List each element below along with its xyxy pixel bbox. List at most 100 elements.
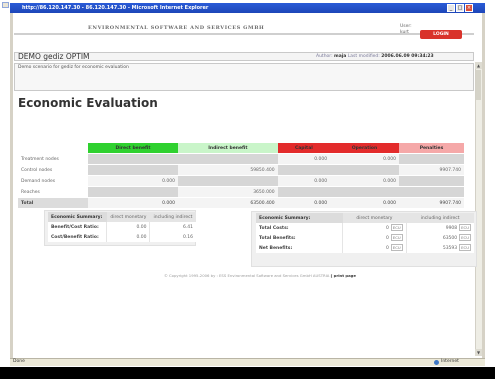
- unit-badge: ECU: [390, 234, 403, 241]
- brand-title: ENVIRONMENTAL SOFTWARE AND SERVICES GMBH: [88, 25, 265, 31]
- project-name: DEMO gediz OPTIM: [18, 52, 90, 61]
- table-row: Reaches 3650.000: [18, 186, 464, 198]
- summary-col-indirect: including indirect: [149, 212, 196, 222]
- status-text: Done: [13, 359, 25, 364]
- user-info: User: kurt: [400, 24, 412, 36]
- totals-summary-table: Economic Summary: direct monetary includ…: [256, 213, 474, 253]
- header-direct-benefit: Direct benefit: [88, 142, 179, 154]
- summary-value: 0.00: [106, 232, 150, 242]
- table-cell: 0.000: [330, 175, 399, 187]
- table-cell: 59850.400: [178, 164, 278, 176]
- table-cell: [178, 153, 278, 165]
- table-cell: 0.000: [277, 175, 331, 187]
- economic-evaluation-table: Direct benefit Indirect benefit Capital …: [18, 142, 464, 209]
- header-indirect-benefit: Indirect benefit: [178, 142, 278, 154]
- value-text: 0: [385, 246, 389, 251]
- value-text: 9908: [445, 226, 458, 231]
- table-cell: 9907.740: [398, 164, 464, 176]
- table-total-row: Total 0.000 63500.400 0.000 0.000 9907.7…: [18, 197, 464, 209]
- close-button[interactable]: ×: [465, 4, 473, 12]
- table-row: Total Benefits: 0 ECU 63500 ECU: [256, 233, 474, 243]
- row-label: Reaches: [18, 186, 88, 198]
- value-text: 63500: [442, 236, 458, 241]
- summary-value: 9908 ECU: [405, 223, 474, 233]
- header-capital: Capital: [277, 142, 331, 154]
- summary-header: Economic Summary:: [256, 213, 343, 223]
- summary-value: 0.16: [149, 232, 196, 242]
- table-cell: 3650.000: [178, 186, 278, 198]
- author-label: Author:: [316, 54, 333, 59]
- table-cell: [277, 186, 331, 198]
- summary-value: 0.00: [106, 222, 150, 232]
- modified-value: 2006.06.09 09:34:23: [381, 54, 434, 59]
- summary-value: 0 ECU: [342, 233, 407, 243]
- table-cell: 0.000: [88, 197, 179, 209]
- table-header-row: Direct benefit Indirect benefit Capital …: [18, 142, 464, 154]
- header-empty: [18, 142, 88, 154]
- table-row: Treatment nodes 0.000 0.000: [18, 153, 464, 165]
- table-cell: 0.000: [277, 197, 331, 209]
- row-label: Treatment nodes: [18, 153, 88, 165]
- value-text: 0: [385, 226, 389, 231]
- table-row: Net Benefits: 0 ECU 53593 ECU: [256, 243, 474, 253]
- table-cell: [88, 153, 179, 165]
- summary-col-direct: direct monetary: [106, 212, 150, 222]
- summary-header-row: Economic Summary: direct monetary includ…: [48, 212, 196, 222]
- window-title: http://86.120.147.30 - 86.120.147.30 - M…: [22, 5, 209, 11]
- scroll-up-icon[interactable]: ▲: [475, 62, 482, 69]
- table-cell: [398, 153, 464, 165]
- summary-label: Benefit/Cost Ratio:: [48, 222, 107, 232]
- minimize-button[interactable]: _: [447, 4, 455, 12]
- summary-header: Economic Summary:: [48, 212, 107, 222]
- summary-label: Cost/Benefit Ratio:: [48, 232, 107, 242]
- print-page-link[interactable]: [ print page: [331, 273, 356, 278]
- scrollbar-thumb[interactable]: [476, 70, 481, 100]
- window-title-bar: http://86.120.147.30 - 86.120.147.30 - M…: [10, 3, 485, 13]
- header-penalties: Penalties: [398, 142, 464, 154]
- window-frame-left: [10, 13, 13, 365]
- scroll-down-icon[interactable]: ▼: [475, 349, 482, 356]
- status-bar: [10, 358, 485, 366]
- maximize-button[interactable]: □: [456, 4, 464, 12]
- ratio-summary-table: Economic Summary: direct monetary includ…: [48, 212, 196, 242]
- table-cell: [178, 175, 278, 187]
- internet-zone-icon: [434, 360, 439, 365]
- summary-value: 63500 ECU: [405, 233, 474, 243]
- unit-badge: ECU: [390, 224, 403, 231]
- modified-label: Last modified:: [347, 54, 380, 59]
- page-footer: © Copyright 1995-2006 by : ESS Environme…: [100, 273, 420, 278]
- table-cell: 0.000: [330, 153, 399, 165]
- summary-label: Total Costs:: [256, 223, 343, 233]
- summary-value: 53593 ECU: [405, 243, 474, 253]
- summary-value: 0 ECU: [342, 243, 407, 253]
- vertical-scrollbar[interactable]: [475, 62, 482, 356]
- table-row: Control nodes 59850.400 9907.740: [18, 164, 464, 176]
- page-title: Economic Evaluation: [18, 96, 158, 110]
- screen-bottom-bar: [0, 367, 495, 379]
- table-cell: [330, 164, 399, 176]
- login-button[interactable]: LOGIN: [420, 30, 462, 39]
- unit-badge: ECU: [459, 224, 471, 231]
- user-name: kurt: [400, 30, 409, 35]
- table-cell: [277, 164, 331, 176]
- table-cell: [330, 186, 399, 198]
- value-text: 0: [385, 236, 389, 241]
- table-cell: [398, 175, 464, 187]
- table-cell: [88, 186, 179, 198]
- table-cell: 63500.400: [178, 197, 278, 209]
- summary-col-direct: direct monetary: [342, 213, 407, 223]
- table-row: Total Costs: 0 ECU 9908 ECU: [256, 223, 474, 233]
- table-cell: [398, 186, 464, 198]
- unit-badge: ECU: [390, 244, 403, 251]
- table-cell: 0.000: [88, 175, 179, 187]
- table-cell: 0.000: [330, 197, 399, 209]
- header-operation: Operation: [330, 142, 399, 154]
- unit-badge: ECU: [459, 244, 471, 251]
- table-row: Cost/Benefit Ratio: 0.00 0.16: [48, 232, 196, 242]
- table-cell: [88, 164, 179, 176]
- table-cell: 0.000: [277, 153, 331, 165]
- summary-header-row: Economic Summary: direct monetary includ…: [256, 213, 474, 223]
- window-frame-right: [482, 13, 485, 365]
- browser-icon: [2, 2, 9, 8]
- summary-label: Total Benefits:: [256, 233, 343, 243]
